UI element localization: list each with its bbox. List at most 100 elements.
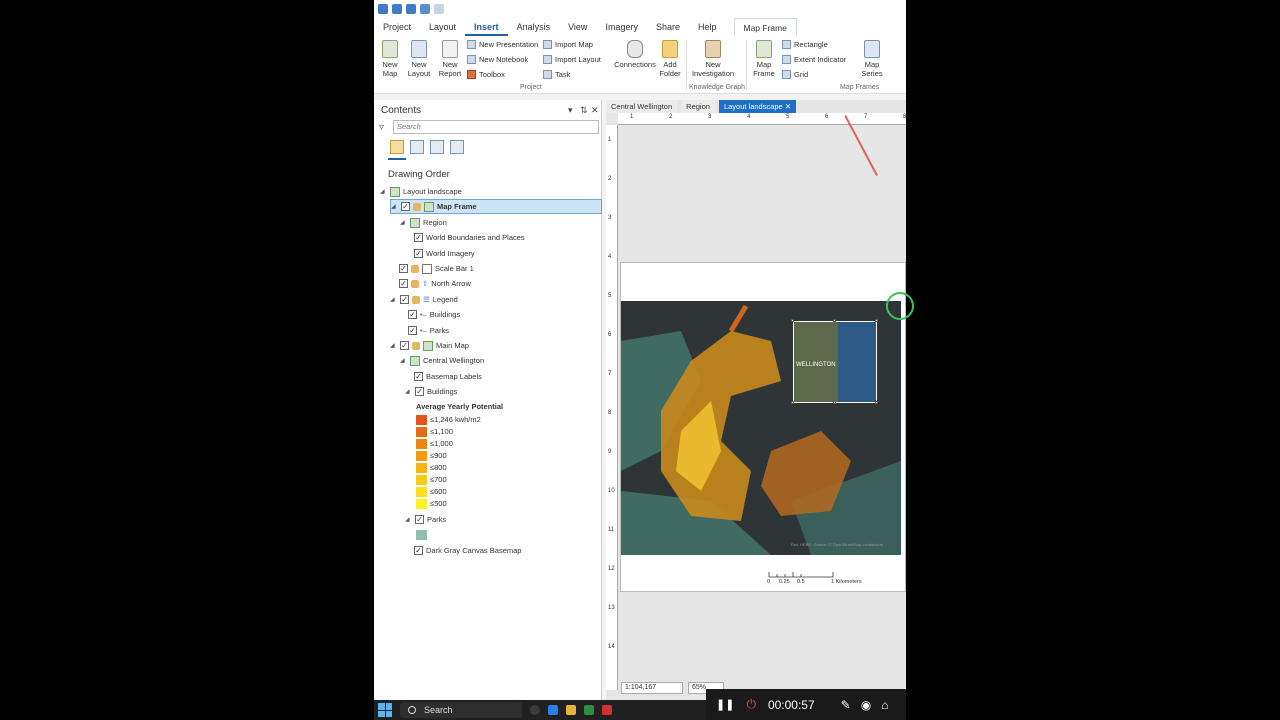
lock-icon[interactable] (412, 295, 420, 304)
expand-icon[interactable]: ◢ (405, 516, 412, 523)
lock-icon[interactable] (412, 341, 420, 350)
undo-icon[interactable] (420, 4, 430, 14)
expand-icon[interactable]: ◢ (380, 188, 387, 195)
map-scale-field[interactable]: 1:104,167 (621, 682, 683, 694)
visibility-checkbox[interactable]: ✓ (414, 546, 423, 555)
main-map-frame[interactable]: WELLINGTON Esri, HERE, Garmin, © OpenStr… (621, 301, 901, 555)
drawing-order-icon[interactable] (390, 140, 404, 154)
visibility-checkbox[interactable]: ✓ (401, 202, 410, 211)
taskbar-search[interactable]: Search (400, 702, 522, 718)
tab-help[interactable]: Help (689, 18, 726, 36)
tree-item-world-imagery[interactable]: ✓ World Imagery (414, 246, 475, 261)
inset-map-frame[interactable]: WELLINGTON (793, 321, 877, 403)
resize-handle[interactable] (875, 401, 878, 404)
windows-start-icon[interactable] (378, 703, 392, 717)
resize-handle[interactable] (875, 319, 878, 322)
tab-imagery[interactable]: Imagery (596, 18, 647, 36)
visibility-checkbox[interactable]: ✓ (415, 515, 424, 524)
open-icon[interactable] (392, 4, 402, 14)
visibility-checkbox[interactable]: ✓ (399, 279, 408, 288)
symbology-class[interactable]: ≤500 (416, 496, 447, 511)
tree-item-layout[interactable]: ◢ Layout landscape (380, 184, 462, 199)
expand-icon[interactable]: ◢ (391, 203, 398, 210)
tree-item-basemap-labels[interactable]: ✓ Basemap Labels (414, 369, 482, 384)
tab-region[interactable]: Region (681, 100, 715, 113)
add-folder-button[interactable]: Add Folder (658, 40, 682, 78)
close-icon[interactable]: ✕ (785, 102, 791, 111)
file-explorer-icon[interactable] (566, 705, 576, 715)
tree-item-main-map[interactable]: ◢ ✓ Main Map (390, 338, 469, 353)
contents-search-input[interactable]: Search (393, 120, 599, 134)
tab-analysis[interactable]: Analysis (508, 18, 560, 36)
tree-item-central-wellington[interactable]: ◢ Central Wellington (400, 353, 484, 368)
tab-layout[interactable]: Layout (420, 18, 465, 36)
expand-icon[interactable]: ◢ (405, 388, 412, 395)
visibility-checkbox[interactable]: ✓ (415, 387, 424, 396)
new-icon[interactable] (378, 4, 388, 14)
map-frame-button[interactable]: Map Frame (751, 40, 777, 78)
tab-layout-landscape[interactable]: Layout landscape ✕ (718, 100, 797, 113)
new-report-button[interactable]: New Report (436, 40, 464, 78)
tree-item-scale-bar[interactable]: ✓ Scale Bar 1 (399, 261, 474, 276)
data-source-icon[interactable] (410, 140, 424, 154)
connections-button[interactable]: Connections (614, 40, 656, 69)
filter-icon[interactable]: ▿ (379, 122, 384, 133)
tree-item-parks[interactable]: ◢ ✓ Parks (405, 512, 446, 527)
stop-icon[interactable]: ⏻ (746, 697, 756, 712)
editing-icon[interactable] (450, 140, 464, 154)
visibility-checkbox[interactable]: ✓ (399, 264, 408, 273)
import-layout-button[interactable]: Import Layout (543, 55, 601, 64)
lock-icon[interactable] (413, 202, 421, 211)
pause-icon[interactable]: ❚❚ (716, 698, 734, 711)
expand-icon[interactable]: ◢ (400, 219, 407, 226)
app-icon[interactable] (584, 705, 594, 715)
selection-icon[interactable] (430, 140, 444, 154)
visibility-checkbox[interactable]: ✓ (408, 310, 417, 319)
resize-handle[interactable] (833, 401, 836, 404)
camera-icon[interactable]: ◉ (861, 698, 871, 712)
tree-item-north-arrow[interactable]: ✓ ⇧ North Arrow (399, 276, 471, 291)
tab-map-frame[interactable]: Map Frame (733, 18, 797, 36)
new-map-button[interactable]: New Map (378, 40, 402, 78)
pdf-icon[interactable] (602, 705, 612, 715)
tab-central-wellington[interactable]: Central Wellington (606, 100, 678, 113)
visibility-checkbox[interactable]: ✓ (400, 295, 409, 304)
save-icon[interactable] (406, 4, 416, 14)
tree-item-region[interactable]: ◢ Region (400, 215, 447, 230)
visibility-checkbox[interactable]: ✓ (414, 233, 423, 242)
lock-icon[interactable] (411, 264, 419, 273)
visibility-checkbox[interactable]: ✓ (414, 249, 423, 258)
new-presentation-button[interactable]: New Presentation (467, 40, 538, 49)
expand-icon[interactable]: ◢ (390, 342, 397, 349)
tree-item-legend[interactable]: ◢ ✓ ☰ Legend (390, 292, 458, 307)
tree-item-world-boundaries[interactable]: ✓ World Boundaries and Places (414, 230, 525, 245)
toolbox-button[interactable]: Toolbox (467, 70, 505, 79)
tab-project[interactable]: Project (374, 18, 420, 36)
import-map-button[interactable]: Import Map (543, 40, 593, 49)
expand-icon[interactable]: ◢ (390, 296, 397, 303)
extent-indicator-button[interactable]: Extent Indicator (782, 55, 846, 64)
lock-icon[interactable] (411, 279, 419, 288)
tree-item-map-frame[interactable]: ◢ ✓ Map Frame (390, 199, 602, 214)
task-button[interactable]: Task (543, 70, 570, 79)
tree-item-dark-gray-basemap[interactable]: ✓ Dark Gray Canvas Basemap (414, 543, 521, 558)
pin-icon[interactable]: ⇅ (580, 105, 588, 116)
parks-symbol[interactable] (416, 527, 427, 542)
close-icon[interactable]: ✕ (591, 105, 599, 116)
task-view-icon[interactable] (530, 705, 540, 715)
tab-insert[interactable]: Insert (465, 18, 508, 36)
home-icon[interactable]: ⌂ (881, 698, 888, 712)
grid-button[interactable]: Grid (782, 70, 808, 79)
visibility-checkbox[interactable]: ✓ (400, 341, 409, 350)
new-layout-button[interactable]: New Layout (405, 40, 433, 78)
tab-share[interactable]: Share (647, 18, 689, 36)
resize-handle[interactable] (791, 401, 794, 404)
new-notebook-button[interactable]: New Notebook (467, 55, 528, 64)
resize-handle[interactable] (791, 319, 794, 322)
redo-icon[interactable] (434, 4, 444, 14)
map-series-button[interactable]: Map Series (858, 40, 886, 78)
resize-handle[interactable] (833, 319, 836, 322)
tree-item-legend-buildings[interactable]: ✓ •– Buildings (408, 307, 460, 322)
rectangle-button[interactable]: Rectangle (782, 40, 828, 49)
visibility-checkbox[interactable]: ✓ (408, 326, 417, 335)
